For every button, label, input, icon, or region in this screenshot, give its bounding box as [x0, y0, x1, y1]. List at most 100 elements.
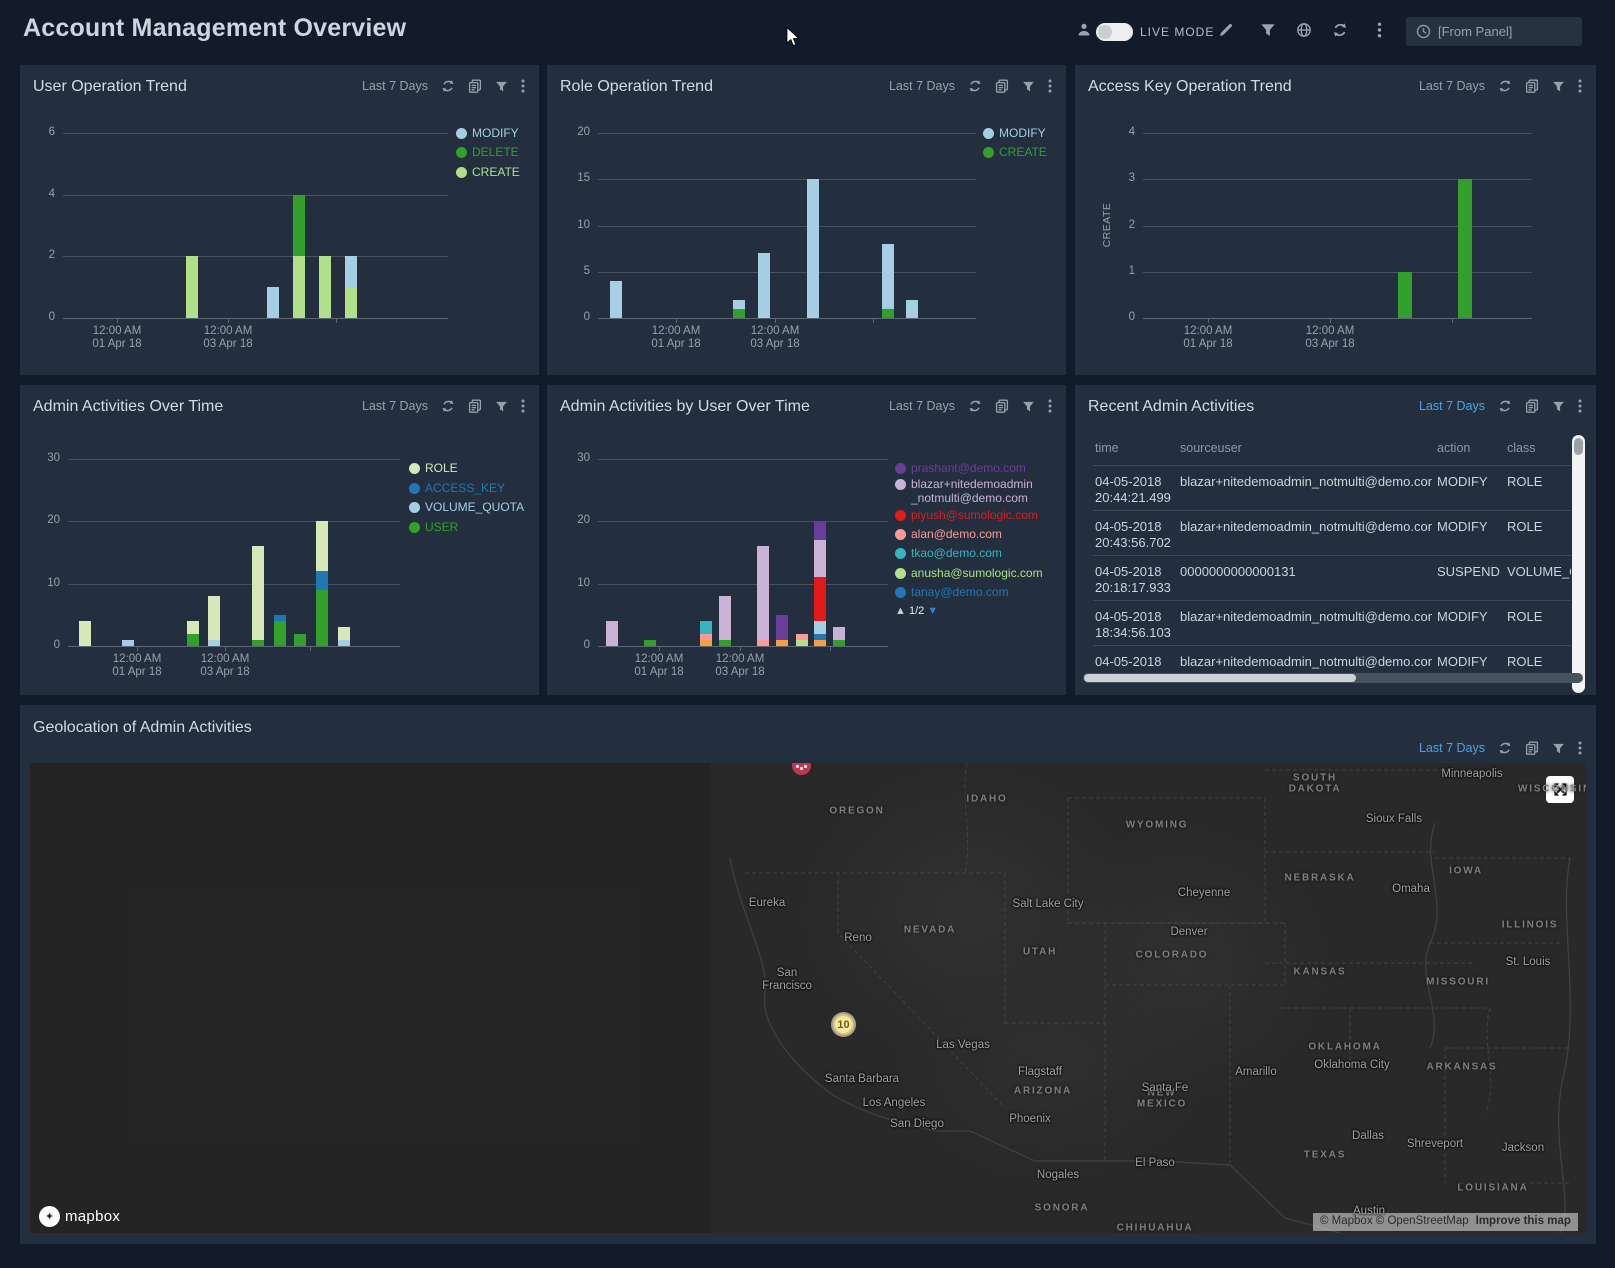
- bar-segment[interactable]: [122, 640, 134, 646]
- bar-segment[interactable]: [316, 521, 328, 571]
- bar-segment[interactable]: [293, 195, 305, 257]
- bar-segment[interactable]: [294, 634, 306, 646]
- column-header-time[interactable]: time: [1095, 441, 1119, 455]
- bar-segment[interactable]: [814, 540, 826, 577]
- live-mode-toggle[interactable]: [1096, 23, 1133, 41]
- bar-segment[interactable]: [345, 287, 357, 318]
- bar-segment[interactable]: [208, 640, 220, 646]
- copy-icon[interactable]: [1525, 741, 1539, 755]
- globe-icon[interactable]: [1296, 22, 1312, 43]
- time-range-label[interactable]: Last 7 Days: [1419, 741, 1485, 755]
- mapbox-logo[interactable]: ✦ mapbox: [39, 1206, 120, 1227]
- improve-map-link[interactable]: Improve this map: [1476, 1215, 1571, 1227]
- bar-segment[interactable]: [338, 640, 350, 646]
- bar-segment[interactable]: [882, 309, 894, 318]
- more-icon[interactable]: [1377, 22, 1382, 43]
- bar-segment[interactable]: [814, 521, 826, 540]
- refresh-icon[interactable]: [1498, 741, 1512, 755]
- scrollbar-thumb[interactable]: [1084, 674, 1356, 682]
- legend-label[interactable]: blazar+nitedemoadmin: [911, 477, 1033, 491]
- bar-segment[interactable]: [833, 627, 845, 639]
- legend-label[interactable]: MODIFY: [999, 126, 1046, 140]
- bar-segment[interactable]: [610, 281, 622, 318]
- bar-segment[interactable]: [1398, 272, 1412, 318]
- bar-segment[interactable]: [208, 596, 220, 640]
- bar-segment[interactable]: [796, 634, 808, 640]
- map-cluster-marker-yellow[interactable]: 10: [833, 1014, 854, 1035]
- bar-segment[interactable]: [644, 640, 656, 646]
- bar-segment[interactable]: [814, 634, 826, 640]
- filter-icon[interactable]: [1260, 22, 1276, 43]
- bar-segment[interactable]: [316, 590, 328, 646]
- y-tick-label: 20: [560, 514, 590, 526]
- page-down-icon[interactable]: ▼: [924, 605, 938, 617]
- bar-segment[interactable]: [316, 571, 328, 590]
- bar-segment[interactable]: [186, 256, 198, 318]
- bar-segment[interactable]: [606, 621, 618, 646]
- bar-segment[interactable]: [814, 621, 826, 633]
- column-header-sourceuser[interactable]: sourceuser: [1180, 441, 1242, 455]
- bar-segment[interactable]: [700, 634, 712, 640]
- bar-segment[interactable]: [252, 640, 264, 646]
- bar-segment[interactable]: [719, 596, 731, 640]
- bar-segment[interactable]: [814, 577, 826, 621]
- bar-segment[interactable]: [796, 640, 808, 646]
- horizontal-scrollbar[interactable]: [1083, 673, 1583, 683]
- legend-label[interactable]: MODIFY: [472, 126, 519, 140]
- bar-segment[interactable]: [274, 615, 286, 621]
- legend-label[interactable]: prashant@demo.com: [911, 461, 1026, 475]
- legend-label[interactable]: piyush@sumologic.com: [911, 508, 1038, 522]
- bar-segment[interactable]: [187, 621, 199, 633]
- bar-segment[interactable]: [776, 615, 788, 640]
- legend-label[interactable]: ACCESS_KEY: [425, 481, 505, 495]
- filter-icon[interactable]: [1552, 742, 1565, 755]
- legend-label[interactable]: tanay@demo.com: [911, 585, 1009, 599]
- bar-segment[interactable]: [274, 621, 286, 646]
- legend-dot: [895, 529, 906, 540]
- bar-segment[interactable]: [733, 300, 745, 309]
- legend-label[interactable]: CREATE: [999, 145, 1047, 159]
- bar-segment[interactable]: [345, 256, 357, 287]
- user-icon[interactable]: [1076, 22, 1092, 43]
- legend-label[interactable]: alan@demo.com: [911, 527, 1002, 541]
- bar-segment[interactable]: [807, 179, 819, 318]
- edit-icon[interactable]: [1218, 22, 1234, 43]
- bar-segment[interactable]: [79, 621, 91, 646]
- bar-segment[interactable]: [733, 309, 745, 318]
- legend-label[interactable]: VOLUME_QUOTA: [425, 500, 524, 514]
- bar-segment[interactable]: [906, 300, 918, 319]
- legend-label[interactable]: USER: [425, 520, 458, 534]
- bar-segment[interactable]: [719, 640, 731, 646]
- bar-segment[interactable]: [700, 621, 712, 633]
- bar-segment[interactable]: [267, 287, 279, 318]
- bar-segment[interactable]: [252, 546, 264, 640]
- legend-label[interactable]: anusha@sumologic.com: [911, 566, 1043, 580]
- bar-segment[interactable]: [319, 256, 331, 318]
- bar-segment[interactable]: [814, 640, 826, 646]
- refresh-icon[interactable]: [1332, 22, 1348, 43]
- bar-segment[interactable]: [776, 640, 788, 646]
- bar-segment[interactable]: [882, 244, 894, 309]
- bar-segment[interactable]: [293, 256, 305, 318]
- bar-segment[interactable]: [758, 253, 770, 318]
- bar-segment[interactable]: [1458, 179, 1472, 318]
- bar-segment[interactable]: [757, 546, 769, 640]
- column-header-action[interactable]: action: [1437, 441, 1470, 455]
- legend-label[interactable]: DELETE: [472, 145, 519, 159]
- attribution-text[interactable]: © Mapbox © OpenStreetMap: [1320, 1215, 1469, 1227]
- page-up-icon[interactable]: ▲: [895, 605, 909, 617]
- time-range-selector[interactable]: [From Panel]: [1406, 17, 1582, 46]
- bar-segment[interactable]: [338, 627, 350, 639]
- geolocation-map[interactable]: 10 ✦ mapbox © Mapbox © OpenStreetMap Impr…: [30, 763, 1586, 1233]
- legend-label[interactable]: ROLE: [425, 461, 458, 475]
- legend-label[interactable]: CREATE: [472, 165, 520, 179]
- bar-segment[interactable]: [757, 640, 769, 646]
- legend-label[interactable]: tkao@demo.com: [911, 546, 1002, 560]
- bar-segment[interactable]: [187, 634, 199, 646]
- scrollbar-thumb[interactable]: [1574, 438, 1583, 455]
- vertical-scrollbar[interactable]: [1572, 435, 1585, 693]
- bar-segment[interactable]: [833, 640, 845, 646]
- more-icon[interactable]: [1578, 741, 1582, 755]
- column-header-class[interactable]: class: [1507, 441, 1535, 455]
- bar-segment[interactable]: [700, 640, 712, 646]
